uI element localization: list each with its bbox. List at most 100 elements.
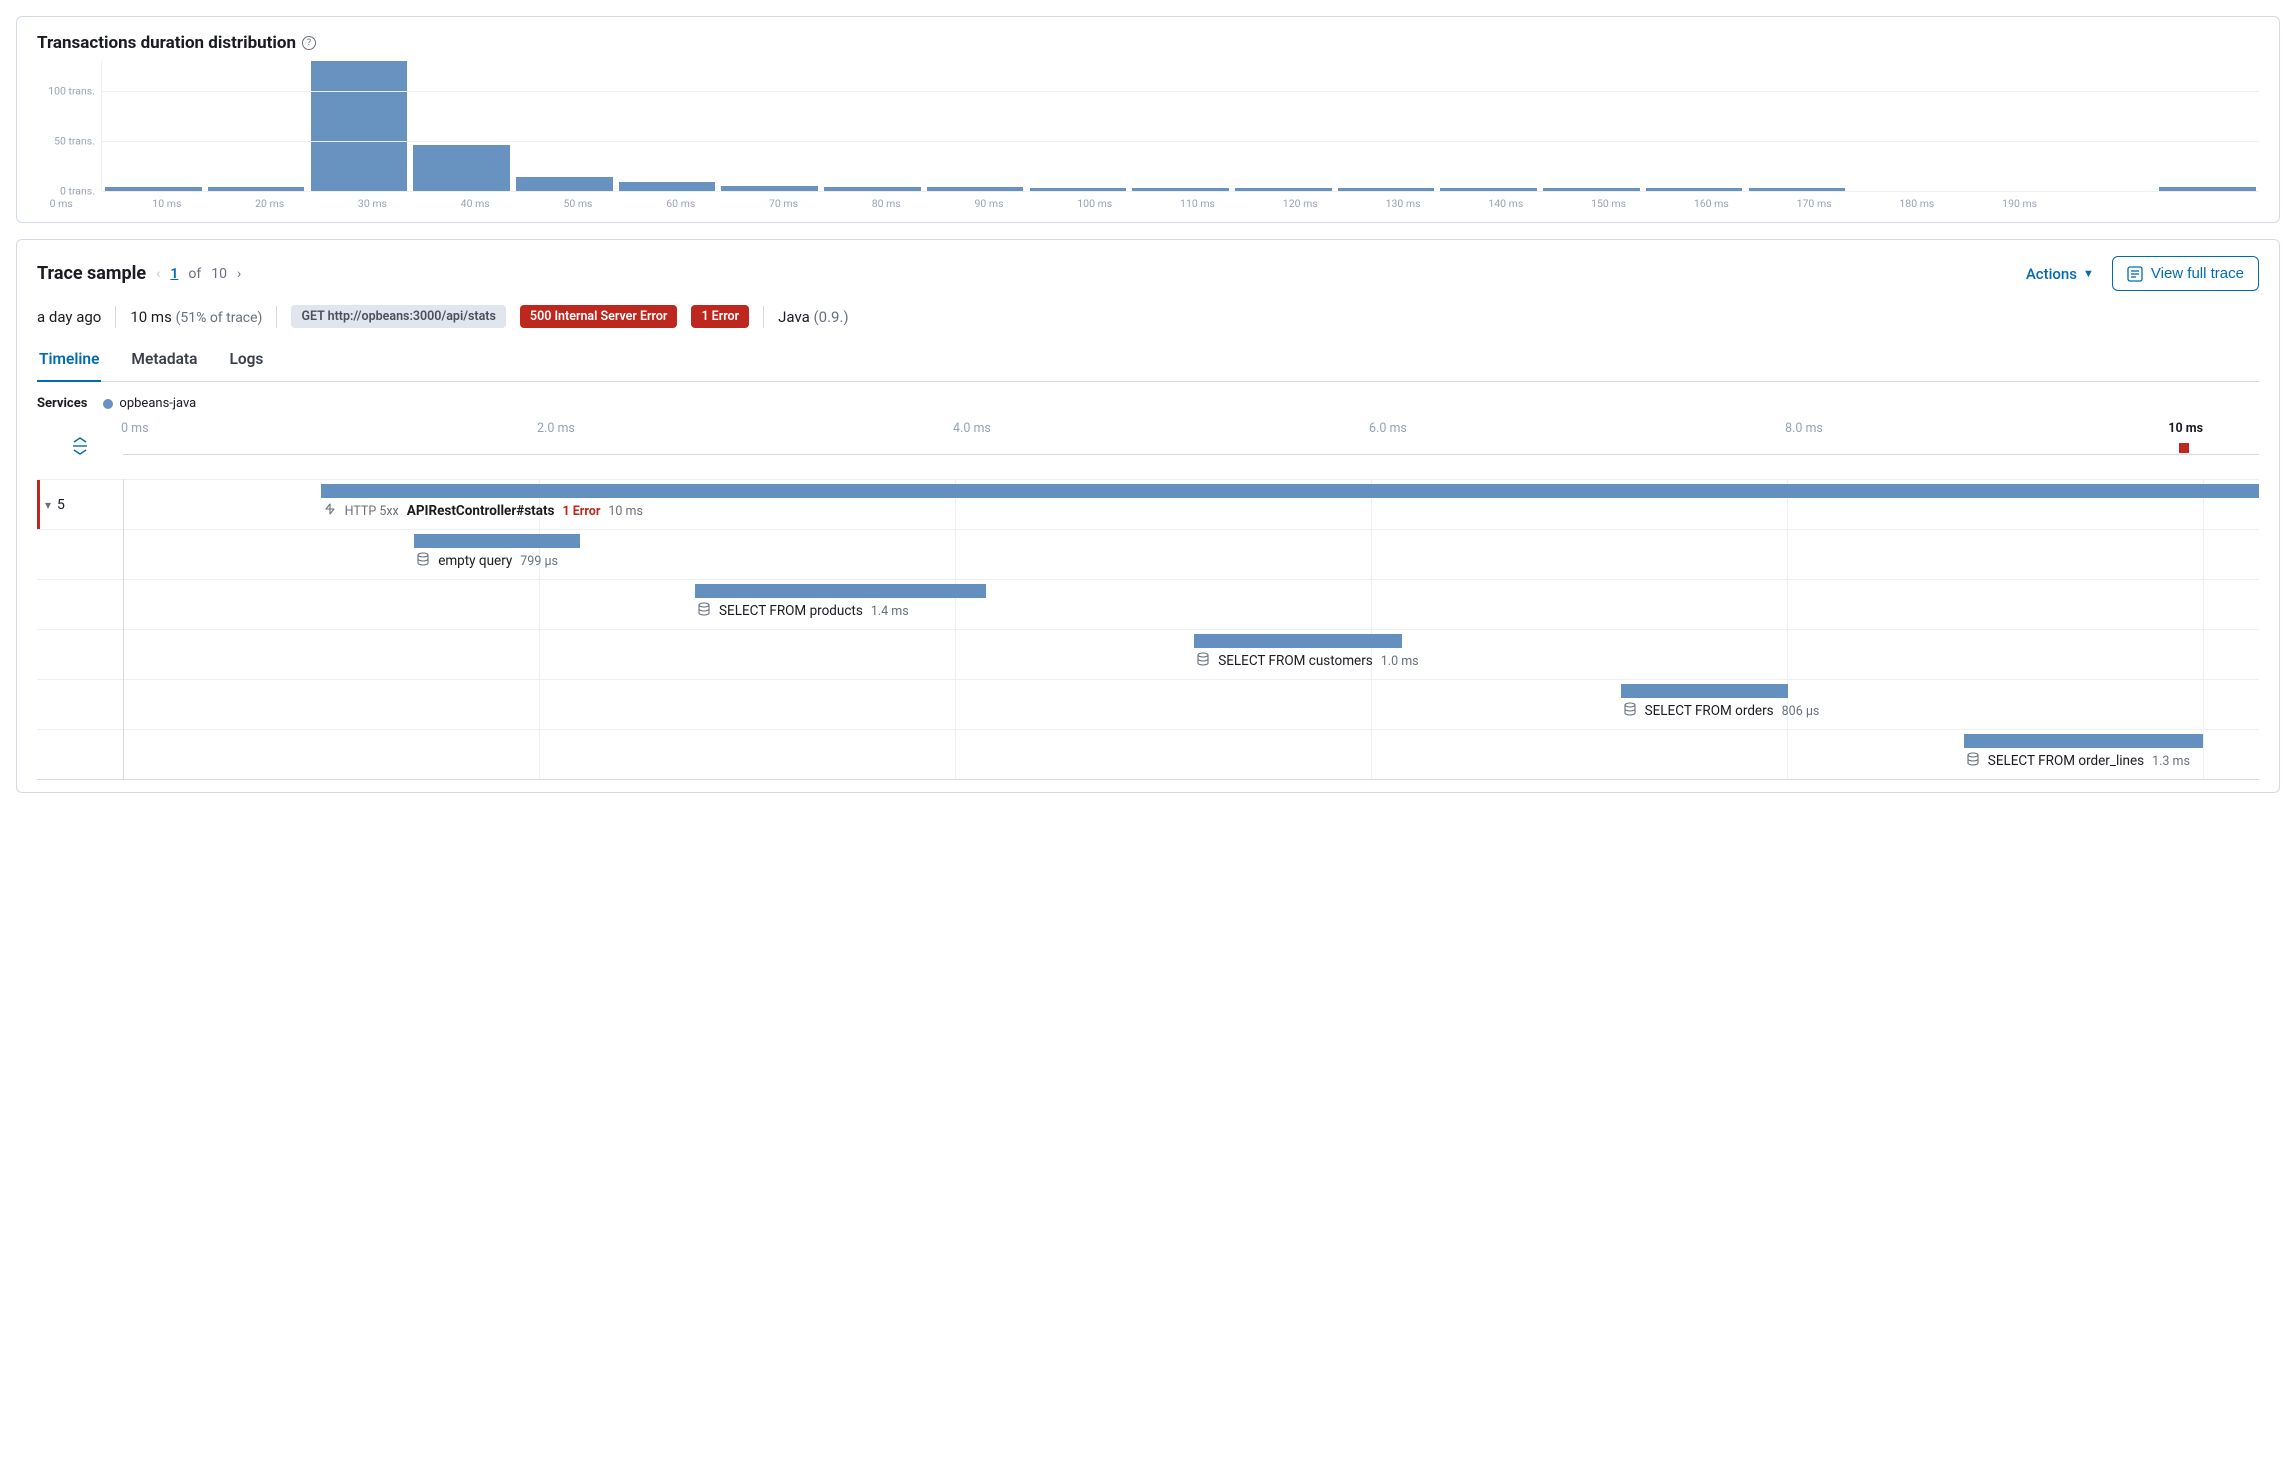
x-tick-label: 130 ms	[1386, 191, 1489, 210]
service-legend-item: opbeans-java	[103, 396, 196, 411]
x-tick-label: 110 ms	[1180, 191, 1283, 210]
span-bar[interactable]	[1621, 684, 1789, 698]
view-full-trace-button[interactable]: View full trace	[2112, 256, 2259, 291]
trace-title: Trace sample	[37, 263, 146, 284]
span-error-label: 1 Error	[562, 504, 600, 519]
histogram-plot[interactable]	[101, 61, 2259, 191]
span-name: SELECT FROM order_lines	[1988, 753, 2144, 769]
time-tick: 0 ms	[121, 421, 149, 436]
span-bar[interactable]	[414, 534, 580, 548]
actions-label: Actions	[2026, 265, 2077, 283]
legend-dot-icon	[103, 399, 113, 409]
span-label: empty query 799 µs	[416, 552, 558, 570]
expand-toggle-icon[interactable]: ▾	[45, 498, 51, 512]
x-tick-label: 80 ms	[872, 191, 975, 210]
histogram-title: Transactions duration distribution	[37, 33, 296, 53]
histogram-y-axis: 0 trans.50 trans.100 trans.	[37, 61, 101, 191]
span-duration: 1.4 ms	[871, 604, 909, 619]
span-name: empty query	[438, 553, 512, 569]
histogram-chart: 0 trans.50 trans.100 trans.	[37, 61, 2259, 191]
waterfall-body: ▾ 5 HTTP 5xx APIRestController#stats 1 Error…	[37, 479, 2259, 779]
time-tick: 2.0 ms	[537, 421, 575, 436]
x-tick-label: 40 ms	[461, 191, 564, 210]
waterfall-row[interactable]: SELECT FROM order_lines1.3 ms	[37, 729, 2259, 779]
request-badge: GET http://opbeans:3000/api/stats	[291, 305, 505, 328]
trace-age: a day ago	[37, 308, 101, 326]
time-tick: 6.0 ms	[1369, 421, 1407, 436]
time-tick: 4.0 ms	[953, 421, 991, 436]
trace-icon	[2127, 266, 2143, 282]
pager-next-icon[interactable]: ›	[237, 266, 241, 282]
span-duration: 1.0 ms	[1381, 654, 1419, 669]
x-tick-label: 190 ms	[2002, 191, 2105, 210]
x-tick-label: 100 ms	[1077, 191, 1180, 210]
x-tick-label: 70 ms	[769, 191, 872, 210]
histogram-bar[interactable]	[413, 145, 510, 191]
x-tick-label: 120 ms	[1283, 191, 1386, 210]
trace-meta-row: a day ago 10 ms (51% of trace) GET http:…	[37, 305, 2259, 328]
span-name: SELECT FROM orders	[1645, 703, 1774, 719]
database-icon	[1966, 752, 1980, 770]
trace-tabs: Timeline Metadata Logs	[37, 342, 2259, 382]
pager-current[interactable]: 1	[170, 266, 178, 282]
tab-metadata[interactable]: Metadata	[129, 342, 199, 381]
x-tick-label: 150 ms	[1591, 191, 1694, 210]
trace-duration: 10 ms (51% of trace)	[130, 308, 262, 326]
span-duration: 806 µs	[1782, 704, 1820, 719]
services-legend: Services opbeans-java	[37, 396, 2259, 411]
tab-timeline[interactable]: Timeline	[37, 342, 101, 382]
pager-sep: of	[188, 266, 201, 282]
histogram-x-axis: 0 ms10 ms20 ms30 ms40 ms50 ms60 ms70 ms8…	[101, 191, 2259, 210]
span-bar[interactable]	[321, 484, 2259, 498]
waterfall-row[interactable]: empty query 799 µs	[37, 529, 2259, 579]
span-name: SELECT FROM customers	[1218, 653, 1373, 669]
trace-pager: ‹ 1 of 10 ›	[156, 266, 241, 282]
error-marker-icon	[2179, 443, 2189, 453]
pager-total: 10	[211, 266, 227, 282]
waterfall-row[interactable]: SELECT FROM orders 806 µs	[37, 679, 2259, 729]
waterfall-time-axis: 0 ms2.0 ms4.0 ms6.0 ms8.0 ms10 ms	[123, 421, 2259, 455]
span-prefix: HTTP 5xx	[345, 504, 399, 519]
help-icon[interactable]: ?	[302, 36, 316, 50]
trace-sample-panel: Trace sample ‹ 1 of 10 › Actions ▼	[16, 239, 2280, 793]
x-tick-label: 30 ms	[358, 191, 461, 210]
histogram-panel: Transactions duration distribution ? 0 t…	[16, 16, 2280, 223]
pager-prev-icon: ‹	[156, 266, 160, 282]
database-icon	[416, 552, 430, 570]
time-tick: 8.0 ms	[1785, 421, 1823, 436]
database-icon	[697, 602, 711, 620]
database-icon	[1196, 652, 1210, 670]
histogram-bar[interactable]	[311, 61, 408, 191]
span-label: SELECT FROM products1.4 ms	[697, 602, 909, 620]
tab-logs[interactable]: Logs	[227, 342, 265, 381]
x-tick-label: 170 ms	[1797, 191, 1900, 210]
waterfall-row[interactable]: ▾ 5 HTTP 5xx APIRestController#stats 1 Error…	[37, 479, 2259, 529]
histogram-bar[interactable]	[619, 182, 716, 191]
trace-language: Java (0.9.)	[778, 308, 849, 326]
waterfall-row[interactable]: SELECT FROM products1.4 ms	[37, 579, 2259, 629]
x-tick-label: 180 ms	[1899, 191, 2002, 210]
x-tick-label: 50 ms	[563, 191, 666, 210]
span-duration: 799 µs	[520, 554, 558, 569]
histogram-bar[interactable]	[516, 177, 613, 191]
span-bar[interactable]	[1194, 634, 1402, 648]
x-tick-label: 0 ms	[50, 191, 153, 210]
span-bar[interactable]	[1964, 734, 2203, 748]
x-tick-label: 90 ms	[975, 191, 1078, 210]
actions-dropdown[interactable]: Actions ▼	[2026, 265, 2094, 283]
collapse-all-icon[interactable]	[71, 437, 89, 455]
x-tick-label: 60 ms	[666, 191, 769, 210]
span-label: SELECT FROM customers 1.0 ms	[1196, 652, 1418, 670]
database-icon	[1623, 702, 1637, 720]
y-tick-label: 100 trans.	[48, 85, 95, 98]
child-count: 5	[57, 497, 65, 513]
status-badge: 500 Internal Server Error	[520, 305, 678, 328]
span-label: HTTP 5xxAPIRestController#stats1 Error10…	[323, 502, 643, 520]
x-tick-label: 140 ms	[1488, 191, 1591, 210]
error-count-badge: 1 Error	[691, 305, 749, 328]
row-error-marker	[37, 480, 40, 529]
span-label: SELECT FROM order_lines1.3 ms	[1966, 752, 2190, 770]
span-bar[interactable]	[695, 584, 986, 598]
span-name: APIRestController#stats	[407, 503, 555, 519]
waterfall-row[interactable]: SELECT FROM customers 1.0 ms	[37, 629, 2259, 679]
